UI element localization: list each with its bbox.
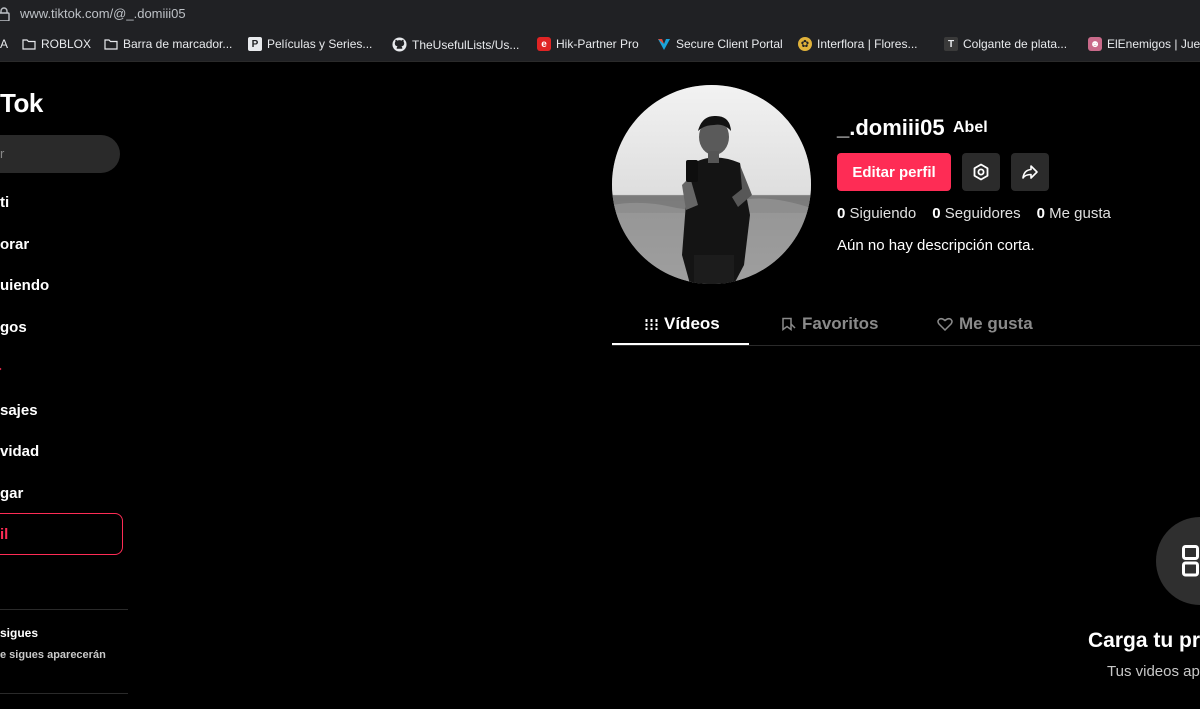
sidebar-item-siguiendo[interactable]: uiendo: [0, 277, 49, 294]
upload-grid-icon: [1182, 545, 1199, 577]
gear-icon: [973, 163, 989, 181]
sidebar-item-explorar[interactable]: orar: [0, 236, 29, 253]
tab-label: Me gusta: [959, 314, 1033, 333]
bookmark-label: A: [0, 37, 9, 51]
following-label: Siguiendo: [849, 205, 917, 222]
profile-nickname: Abel: [953, 119, 988, 136]
sidebar-item-perfil[interactable]: il: [0, 526, 8, 543]
tab-me-gusta[interactable]: Me gusta: [937, 314, 1033, 334]
following-count: 0: [837, 205, 846, 222]
profile-bio: Aún no hay descripción corta.: [837, 237, 1035, 254]
sidebar-item-actividad[interactable]: vidad: [0, 443, 39, 460]
heart-icon: [937, 317, 953, 331]
live-icon[interactable]: [0, 362, 4, 376]
bookmark-github[interactable]: TheUsefulLists/Us...: [392, 37, 519, 52]
bookmark-secure-portal[interactable]: Secure Client Portal: [657, 37, 783, 51]
bookmark-peliculas[interactable]: P Películas y Series...: [248, 37, 372, 51]
bookmark-folder-roblox[interactable]: ROBLOX: [22, 37, 91, 51]
search-placeholder: r: [0, 146, 5, 161]
settings-button[interactable]: [962, 153, 1000, 191]
portal-logo-icon: [658, 39, 670, 50]
folder-icon: [104, 39, 118, 50]
share-button[interactable]: [1011, 153, 1049, 191]
github-icon: [392, 37, 407, 52]
tab-videos[interactable]: Vídeos: [645, 314, 720, 334]
likes-count: 0: [1036, 205, 1045, 222]
bookmark-hik-partner[interactable]: e Hik-Partner Pro: [537, 37, 639, 51]
tabs-divider: [612, 345, 1200, 346]
upload-icon-circle: [1156, 517, 1200, 605]
bookmark-label: Interflora | Flores...: [817, 37, 918, 51]
bookmark-label: Colgante de plata...: [963, 37, 1068, 51]
bookmark-colgante[interactable]: T Colgante de plata...: [944, 37, 1067, 51]
folder-icon: [22, 39, 36, 50]
profile-stats: 0 Siguiendo 0 Seguidores 0 Me gusta: [837, 205, 1111, 222]
url-text[interactable]: www.tiktok.com/@_.domiii05: [20, 6, 186, 21]
following-stat[interactable]: 0 Siguiendo: [837, 205, 916, 222]
followers-stat[interactable]: 0 Seguidores: [932, 205, 1020, 222]
bookmark-folder-barra[interactable]: Barra de marcador...: [104, 37, 232, 51]
following-accounts-title: sigues: [0, 626, 39, 640]
profile-username: _.domiii05: [837, 115, 945, 140]
tab-label: Vídeos: [664, 314, 720, 333]
bookmark-label: ROBLOX: [41, 37, 92, 51]
sidebar-item-mensajes[interactable]: sajes: [0, 402, 38, 419]
likes-stat: 0 Me gusta: [1037, 205, 1111, 222]
empty-state-title: Carga tu pr: [1088, 629, 1200, 652]
followers-count: 0: [932, 205, 941, 222]
p-logo-icon: P: [248, 37, 262, 51]
tab-favoritos[interactable]: Favoritos: [781, 314, 879, 334]
sidebar-item-amigos[interactable]: gos: [0, 319, 27, 336]
edit-profile-button[interactable]: Editar perfil: [837, 153, 951, 191]
t-logo-icon: T: [944, 37, 958, 51]
bookmark-label: Películas y Series...: [267, 37, 373, 51]
hik-icon: e: [537, 37, 551, 51]
lock-icon: [0, 7, 10, 21]
browser-url-bar[interactable]: www.tiktok.com/@_.domiii05: [0, 0, 1200, 28]
bookmark-label: TheUsefulLists/Us...: [412, 37, 520, 52]
share-arrow-icon: [1022, 165, 1038, 179]
elenemigos-icon: ☻: [1088, 37, 1102, 51]
likes-label: Me gusta: [1049, 205, 1111, 222]
followers-label: Seguidores: [944, 205, 1021, 222]
bookmark-interflora[interactable]: ✿ Interflora | Flores...: [798, 37, 917, 51]
sidebar-divider: [0, 609, 128, 610]
bookmark-icon: [782, 317, 796, 331]
grid-lines-icon: [645, 318, 658, 330]
interflora-icon: ✿: [798, 37, 812, 51]
avatar-photo: [612, 85, 811, 284]
tiktok-logo[interactable]: Tok: [0, 88, 43, 119]
sidebar-item-perfil-active[interactable]: [0, 513, 123, 555]
bookmark-label: Hik-Partner Pro: [556, 37, 639, 51]
avatar[interactable]: [612, 85, 811, 284]
search-input[interactable]: r: [0, 135, 120, 173]
bookmark-label: ElEnemigos | Jue: [1107, 37, 1200, 51]
sidebar-item-cargar[interactable]: gar: [0, 485, 23, 502]
tab-label: Favoritos: [802, 314, 879, 333]
empty-state-subtitle: Tus videos ap: [1107, 663, 1200, 680]
bookmark-item[interactable]: A: [0, 37, 8, 51]
sidebar-item-para-ti[interactable]: ti: [0, 194, 9, 211]
following-accounts-desc: e sigues aparecerán: [0, 649, 106, 661]
bookmark-elenemigos[interactable]: ☻ ElEnemigos | Jue: [1088, 37, 1200, 51]
sidebar-divider: [0, 693, 128, 694]
bookmark-label: Secure Client Portal: [676, 37, 783, 51]
bookmark-label: Barra de marcador...: [123, 37, 233, 51]
bookmarks-bar: A ROBLOX Barra de marcador... P Película…: [0, 28, 1200, 62]
